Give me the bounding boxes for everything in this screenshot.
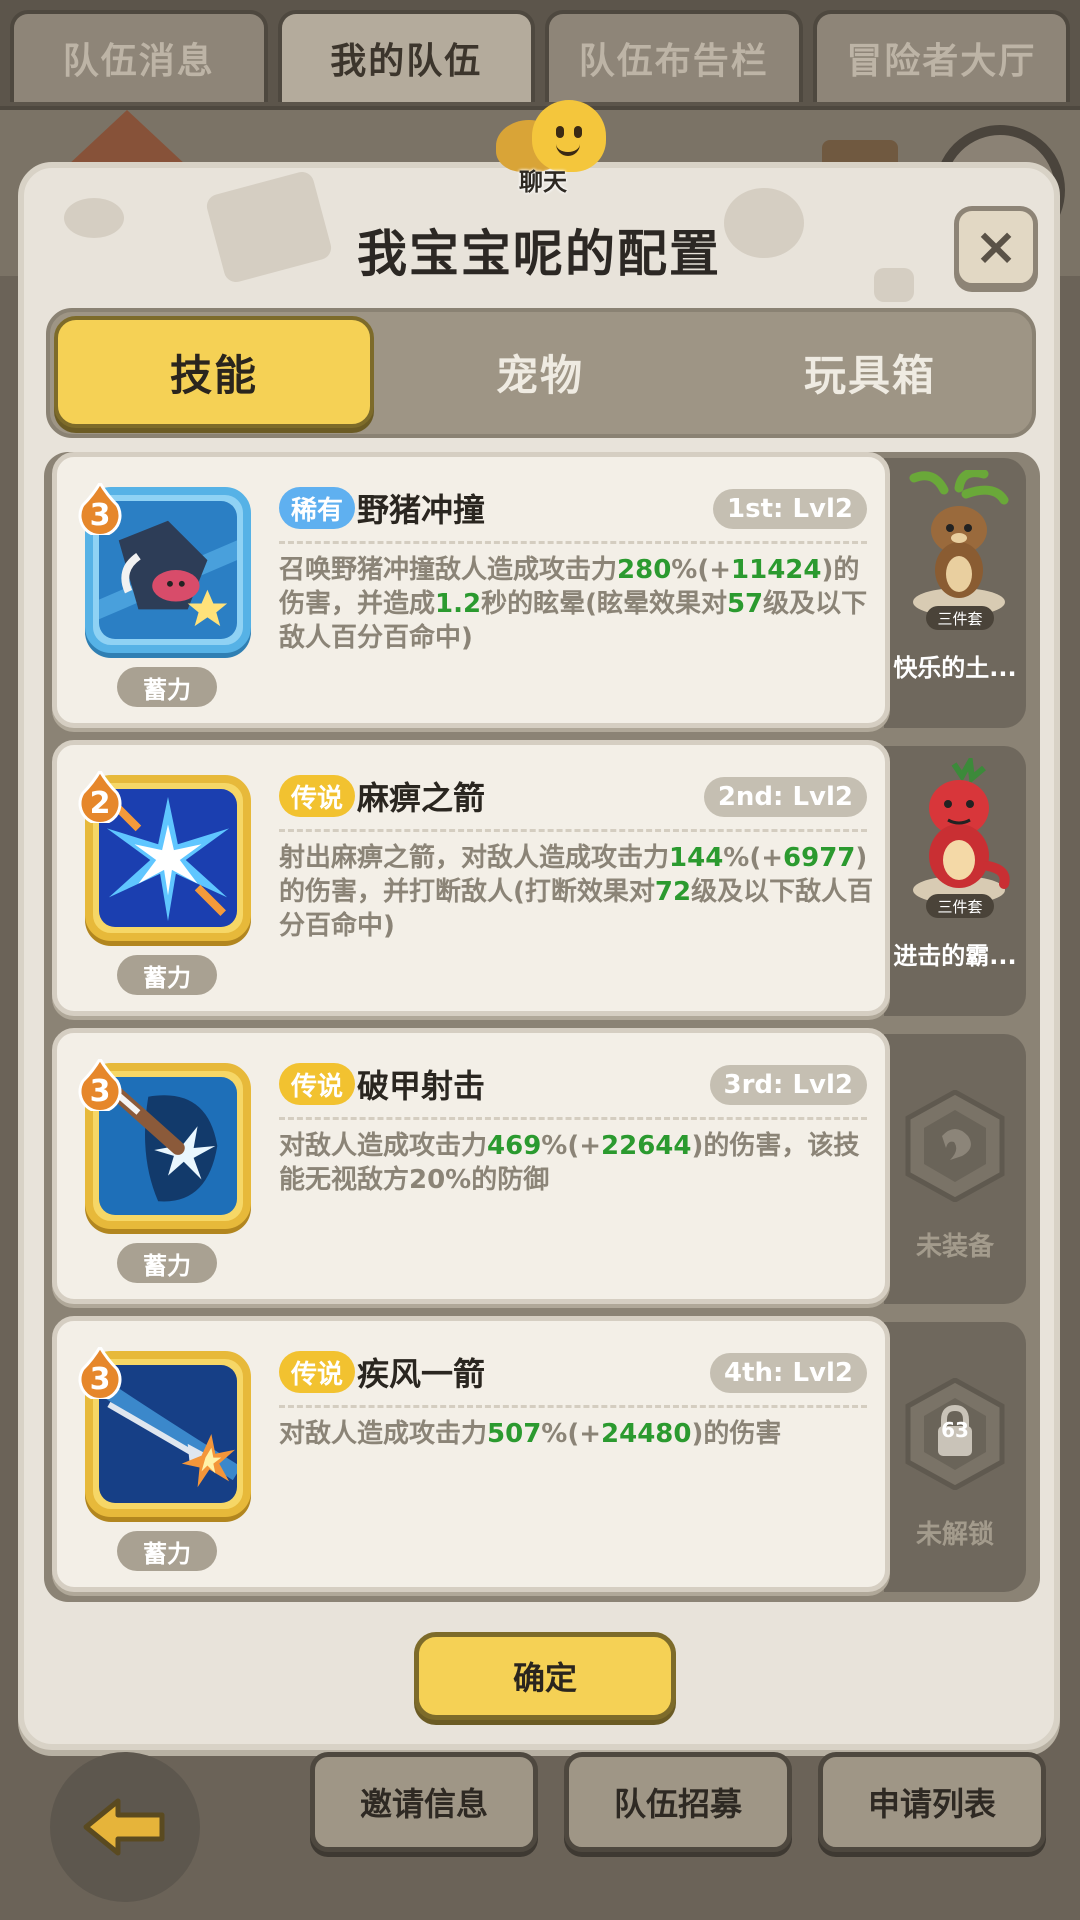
rarity-badge: 传说 xyxy=(279,1351,356,1393)
pet-name: 快乐的土... xyxy=(893,654,1017,682)
slot-level-badge: 4th: Lvl2 xyxy=(710,1353,867,1393)
confirm-button[interactable]: 确定 xyxy=(414,1632,676,1720)
tab-team-bulletin[interactable]: 队伍布告栏 xyxy=(545,10,803,102)
eye xyxy=(574,126,582,138)
pet-name: 进击的霸... xyxy=(893,942,1017,970)
application-list-button[interactable]: 申请列表 xyxy=(818,1752,1046,1852)
modal-title: 我宝宝呢的配置 xyxy=(357,225,721,283)
divider xyxy=(279,1405,867,1408)
skill-description: 对敌人造成攻击力469%(+22644)的伤害，该技能无视敌方20%的防御 xyxy=(279,1131,860,1195)
skill-name: 破甲射击 xyxy=(357,1067,486,1105)
invite-info-button[interactable]: 邀请信息 xyxy=(310,1752,538,1852)
tab-my-team[interactable]: 我的队伍 xyxy=(277,10,535,102)
skill-card-2[interactable]: 2 蓄力 传说 麻痹之箭 2nd: Lvl2 射出麻痹之箭，对敌人造成攻击力14… xyxy=(52,740,890,1016)
divider xyxy=(279,829,867,832)
close-button[interactable]: × xyxy=(954,206,1038,288)
pet-slot-4[interactable]: 63 未解锁 xyxy=(884,1322,1026,1592)
skill-name: 野猪冲撞 xyxy=(357,491,486,529)
close-icon: × xyxy=(974,217,1018,277)
skill-name: 疾风一箭 xyxy=(357,1355,486,1393)
tab-pets[interactable]: 宠物 xyxy=(380,316,700,428)
skill-list: 三件套 快乐的土... 三件套 进击的霸... 未装备 63 未解锁 3 蓄力 … xyxy=(44,452,1040,1602)
set-tag: 三件套 xyxy=(926,894,994,918)
charge-tag: 蓄力 xyxy=(117,1531,217,1571)
set-tag: 三件套 xyxy=(926,606,994,630)
skill-name: 麻痹之箭 xyxy=(357,779,486,817)
skill-level-badge: 3 xyxy=(77,1059,123,1111)
skill-description: 射出麻痹之箭，对敌人造成攻击力144%(+6977)的伤害，并打断敌人(打断效果… xyxy=(279,843,874,941)
charge-tag: 蓄力 xyxy=(117,955,217,995)
tree-squirrel-pet-icon xyxy=(904,468,1014,620)
tab-toybox[interactable]: 玩具箱 xyxy=(710,316,1030,428)
rarity-badge: 传说 xyxy=(279,775,356,817)
skill-level-badge: 3 xyxy=(77,1347,123,1399)
pet-slot-3[interactable]: 未装备 xyxy=(884,1034,1026,1304)
skill-level-badge: 2 xyxy=(77,771,123,823)
team-config-modal: 我宝宝呢的配置 × 技能 宠物 玩具箱 三件套 快乐的土... 三件套 进击的霸… xyxy=(18,162,1060,1750)
slot-level-badge: 2nd: Lvl2 xyxy=(703,777,867,817)
empty-slot-icon xyxy=(904,1089,1006,1203)
config-tab-bar: 技能 宠物 玩具箱 xyxy=(46,308,1036,438)
skill-description: 对敌人造成攻击力507%(+24480)的伤害 xyxy=(279,1419,782,1449)
rarity-badge: 传说 xyxy=(279,1063,356,1105)
tab-skills[interactable]: 技能 xyxy=(54,316,374,428)
slot-level-badge: 3rd: Lvl2 xyxy=(709,1065,867,1105)
skill-level-badge: 3 xyxy=(77,483,123,535)
skill-card-4[interactable]: 3 蓄力 传说 疾风一箭 4th: Lvl2 对敌人造成攻击力507%(+244… xyxy=(52,1316,890,1592)
top-tab-bar: 队伍消息 我的队伍 队伍布告栏 冒险者大厅 xyxy=(0,0,1080,110)
unlock-level: 63 xyxy=(941,1418,969,1442)
skill-card-3[interactable]: 3 蓄力 传说 破甲射击 3rd: Lvl2 对敌人造成攻击力469%(+226… xyxy=(52,1028,890,1304)
divider xyxy=(279,1117,867,1120)
red-dino-pet-icon xyxy=(904,752,1014,908)
rarity-badge: 稀有 xyxy=(279,487,356,529)
slot-status: 未装备 xyxy=(915,1232,994,1262)
pet-slot-2[interactable]: 三件套 进击的霸... xyxy=(884,746,1026,1016)
pet-slot-1[interactable]: 三件套 快乐的土... xyxy=(884,458,1026,728)
eye xyxy=(556,126,564,138)
charge-tag: 蓄力 xyxy=(117,1243,217,1283)
back-arrow-icon xyxy=(83,1798,165,1856)
team-recruit-button[interactable]: 队伍招募 xyxy=(564,1752,792,1852)
slot-status: 未解锁 xyxy=(915,1520,994,1550)
skill-card-1[interactable]: 3 蓄力 稀有 野猪冲撞 1st: Lvl2 召唤野猪冲撞敌人造成攻击力280%… xyxy=(52,452,890,728)
tab-adventurer-hall[interactable]: 冒险者大厅 xyxy=(812,10,1070,102)
tab-team-messages[interactable]: 队伍消息 xyxy=(10,10,268,102)
divider xyxy=(279,541,867,544)
skill-description: 召唤野猪冲撞敌人造成攻击力280%(+11424)的伤害，并造成1.2秒的眩晕(… xyxy=(279,555,868,653)
back-button[interactable] xyxy=(50,1752,200,1902)
chat-label[interactable]: 聊天 xyxy=(508,162,578,197)
slot-level-badge: 1st: Lvl2 xyxy=(713,489,867,529)
charge-tag: 蓄力 xyxy=(117,667,217,707)
